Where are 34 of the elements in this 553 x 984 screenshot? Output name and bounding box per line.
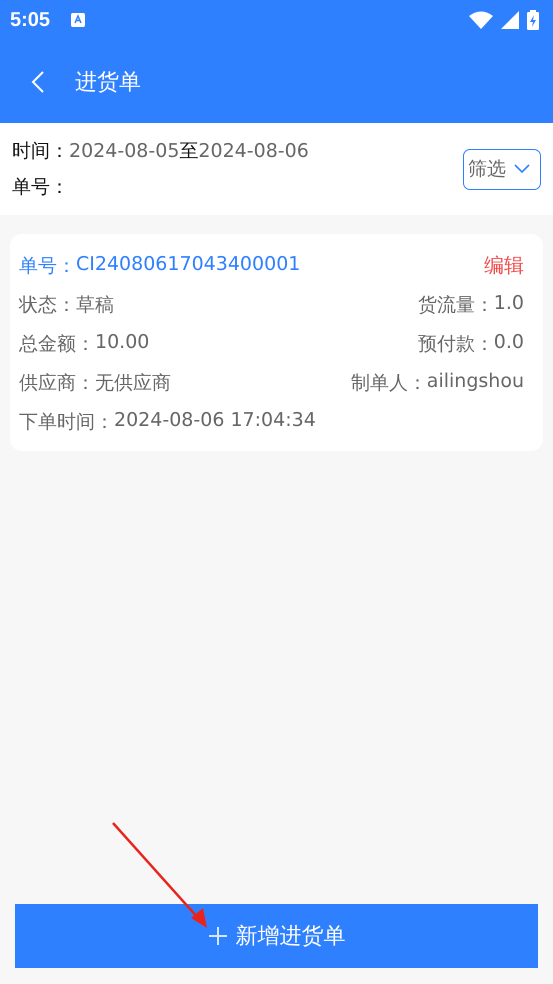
order-number-label: 单号： <box>19 254 76 278</box>
order-card[interactable]: 单号：CI24080617043400001 编辑 状态：草稿 货流量：1.0 总金额：10.00 预付款：0.0 供应商：无供应商 制单人：ailingshou 下单时间：2024-08-06 17:04:34 <box>10 234 543 451</box>
order-number-label: 单号： <box>12 175 69 200</box>
field-label: 供应商： <box>19 370 95 396</box>
date-from: 2024-08-05 <box>69 140 180 162</box>
field-label: 状态： <box>19 292 76 318</box>
field-value: ailingshou <box>426 370 524 394</box>
field-value: 10.00 <box>95 330 150 354</box>
date-to: 2024-08-06 <box>198 140 309 162</box>
field-label: 总金额： <box>19 332 95 356</box>
field-label: 货流量： <box>418 292 494 318</box>
date-separator: 至 <box>179 139 198 164</box>
notification-icon <box>70 12 86 28</box>
field-value: 0.0 <box>494 330 524 354</box>
field-label: 下单时间： <box>19 410 114 434</box>
field-value: 2024-08-06 17:04:34 <box>114 408 316 432</box>
field-label: 预付款： <box>418 332 494 356</box>
back-icon[interactable] <box>31 70 45 94</box>
filter-button[interactable]: 筛选 <box>463 148 541 190</box>
status-time: 5:05 <box>10 8 50 32</box>
signal-icon <box>501 11 519 29</box>
field-label: 制单人： <box>350 370 427 396</box>
edit-link[interactable]: 编辑 <box>484 252 524 279</box>
time-label: 时间： <box>12 139 69 164</box>
order-number: CI24080617043400001 <box>76 252 300 276</box>
field-value: 草稿 <box>76 292 114 318</box>
wifi-icon <box>469 11 493 29</box>
plus-icon <box>208 926 228 946</box>
add-order-button[interactable]: 新增进货单 <box>15 904 538 968</box>
battery-icon <box>527 10 539 30</box>
field-value: 1.0 <box>494 292 524 316</box>
field-value: 无供应商 <box>95 370 171 396</box>
chevron-down-icon <box>514 164 530 174</box>
page-title: 进货单 <box>75 68 141 96</box>
